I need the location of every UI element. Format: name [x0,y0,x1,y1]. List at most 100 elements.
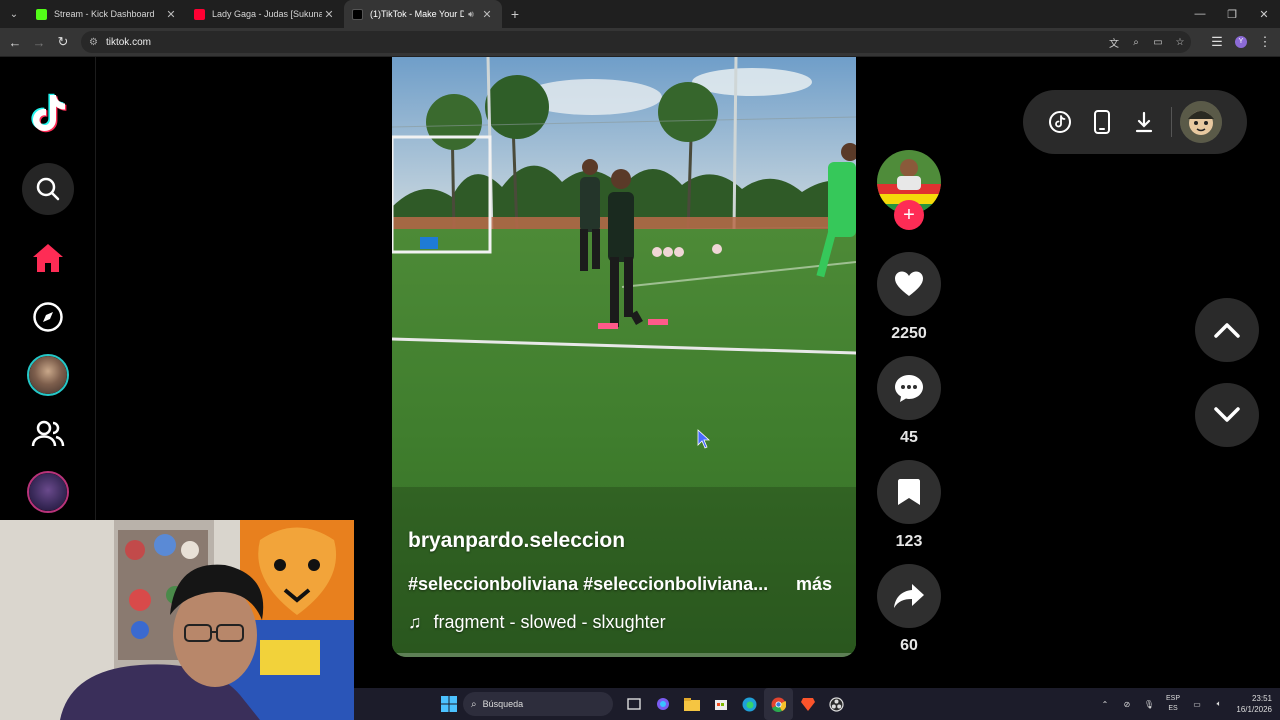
video-username[interactable]: bryanpardo.seleccion [408,529,625,553]
download-button[interactable] [1123,101,1165,143]
tab-tiktok[interactable]: (1)TikTok - Make Your Day 🔊︎ ✕ [344,0,502,28]
chevron-down-icon [1214,407,1240,422]
download-icon [1135,111,1153,133]
like-button[interactable] [877,252,941,316]
share-icon [894,584,924,608]
search-icon [36,177,60,201]
forward-icon[interactable]: → [27,30,51,54]
taskbar-search[interactable]: ⌕ Búsqueda [463,692,613,716]
comment-count: 45 [900,429,918,446]
speaker-icon[interactable]: 🔊︎ [464,9,478,20]
top-right-toolbar [1023,90,1247,154]
profile-avatar[interactable]: Y [1229,30,1253,54]
music-note-icon: ♫ [408,612,422,632]
brave-icon[interactable] [793,688,822,720]
obs-icon[interactable] [822,688,851,720]
store-icon[interactable] [706,688,735,720]
cast-icon[interactable]: ▭ [1147,37,1169,48]
volume-icon[interactable]: 🔈︎ [1208,699,1230,709]
taskbar-search-placeholder: Búsqueda [482,699,524,709]
system-tray: ⌃ ⊘ 🎙︎ ESP ES ▭ 🔈︎ 23:51 16/1/2026 [1094,688,1280,720]
previous-video-button[interactable] [1195,298,1259,362]
clock[interactable]: 23:51 16/1/2026 [1230,693,1280,715]
profile-avatar-sidebar[interactable] [27,471,69,513]
youtube-favicon-icon [194,8,205,20]
comment-icon [895,375,923,402]
url-text: tiktok.com [105,36,151,48]
friends-icon [31,420,65,447]
video-player[interactable]: bryanpardo.seleccion #seleccionboliviana… [392,57,856,657]
live-avatar[interactable] [27,354,69,396]
zoom-icon[interactable]: ⌕ [1125,37,1147,48]
browser-tab-bar: ⌄ Stream - Kick Dashboard ✕ Lady Gaga - … [0,0,1280,28]
tiktok-logo-icon[interactable] [22,87,74,139]
tab-kick[interactable]: Stream - Kick Dashboard ✕ [28,0,186,28]
windows-taskbar: ⌕ Búsqueda ⌃ ⊘ 🎙︎ ESP ES ▭ 🔈︎ 23:51 16/1… [354,688,1280,720]
like-count: 2250 [891,325,927,342]
task-view-icon[interactable] [619,688,648,720]
bookmark-button[interactable] [877,460,941,524]
menu-icon[interactable]: ⋮ [1253,30,1277,54]
tiktok-coin-button[interactable] [1039,101,1081,143]
share-button[interactable] [877,564,941,628]
video-progress-bar[interactable] [392,653,856,657]
following-button[interactable] [22,408,74,460]
microphone-icon[interactable]: 🎙︎ [1138,700,1160,709]
follow-plus-button[interactable]: + [894,200,924,230]
tiktok-circle-icon [1049,111,1071,133]
close-window-icon[interactable]: ✕ [1248,0,1280,28]
reload-icon[interactable]: ↻ [51,30,75,54]
display-icon[interactable]: ▭ [1186,700,1208,709]
search-button[interactable] [22,163,74,215]
bookmark-count: 123 [895,533,923,550]
window-controls: — ❐ ✕ [1184,0,1280,28]
address-bar[interactable]: ⚙ tiktok.com 文 ⌕ ▭ ☆ [81,31,1191,53]
tab-title: Lady Gaga - Judas [Sukuna Vs S [212,9,322,19]
explore-button[interactable] [22,291,74,343]
next-video-button[interactable] [1195,383,1259,447]
new-tab-button[interactable]: + [502,6,528,22]
reading-list-icon[interactable]: ☰ [1205,30,1229,54]
tray-overflow-icon[interactable]: ⌃ [1094,700,1116,709]
chevron-up-icon [1214,323,1240,338]
home-button[interactable] [22,232,74,284]
video-caption: #seleccionboliviana #seleccionboliviana.… [408,574,769,594]
tab-search-icon[interactable]: ⌄ [0,0,28,28]
comment-button[interactable] [877,356,941,420]
copilot-icon[interactable] [648,688,677,720]
minimize-icon[interactable]: — [1184,0,1216,28]
caption-more-link[interactable]: más [796,574,832,595]
tab-title: Stream - Kick Dashboard [54,9,155,19]
close-icon[interactable]: ✕ [164,8,178,21]
chrome-icon[interactable] [764,688,793,720]
compass-icon [33,302,63,332]
tiktok-favicon-icon [352,8,363,20]
file-explorer-icon[interactable] [677,688,706,720]
tab-title: (1)TikTok - Make Your Day [370,9,464,19]
share-count: 60 [900,637,918,654]
music-title: fragment - slowed - slxughter [433,612,666,632]
get-app-button[interactable] [1081,101,1123,143]
site-info-icon[interactable]: ⚙ [89,37,98,48]
translate-icon[interactable]: 文 [1103,35,1125,50]
search-icon: ⌕ [471,698,477,710]
windows-icon [440,696,457,712]
home-icon [33,244,63,272]
bookmark-icon [898,479,920,505]
start-button[interactable] [434,688,463,720]
video-frame [392,57,856,657]
webcam-overlay [0,520,354,720]
edge-icon[interactable] [735,688,764,720]
tab-youtube[interactable]: Lady Gaga - Judas [Sukuna Vs S ✕ [186,0,344,28]
user-avatar[interactable] [1180,101,1222,143]
video-music[interactable]: ♫ fragment - slowed - slxughter [408,612,666,633]
bookmark-star-icon[interactable]: ☆ [1169,37,1191,48]
restore-icon[interactable]: ❐ [1216,0,1248,28]
close-icon[interactable]: ✕ [480,8,494,21]
network-off-icon[interactable]: ⊘ [1116,700,1138,709]
language-indicator[interactable]: ESP ES [1160,694,1186,714]
close-icon[interactable]: ✕ [322,8,336,21]
browser-toolbar: ← → ↻ ⚙ tiktok.com 文 ⌕ ▭ ☆ ☰ Y ⋮ [0,28,1280,57]
heart-icon [895,271,923,296]
back-icon[interactable]: ← [3,30,27,54]
